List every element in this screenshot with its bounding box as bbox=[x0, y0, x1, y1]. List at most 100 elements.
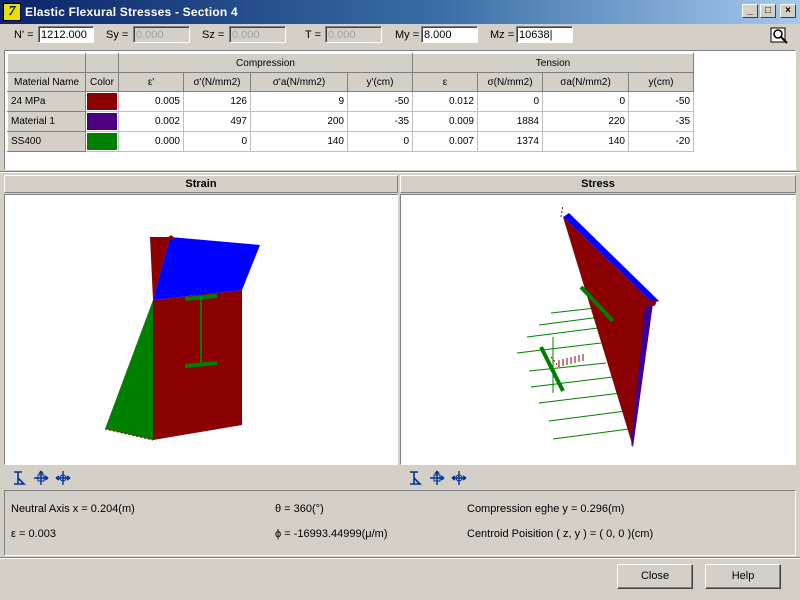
stress-corner-point bbox=[650, 300, 656, 306]
color-swatch bbox=[87, 93, 117, 110]
cell: -50 bbox=[347, 91, 413, 112]
title-bar: 7 Elastic Flexural Stresses - Section 4 … bbox=[0, 0, 800, 24]
force-inputs: N' = Sy = Sz = T = My = Mz = bbox=[0, 24, 800, 46]
sz-label: Sz = bbox=[202, 29, 225, 41]
window-title: Elastic Flexural Stresses - Section 4 bbox=[25, 5, 238, 19]
corner-header bbox=[7, 53, 86, 73]
material-name: Material 1 bbox=[7, 111, 86, 132]
corner-point bbox=[168, 235, 174, 241]
info-panel: Neutral Axis x = 0.204(m) ε = 0.003 θ = … bbox=[4, 490, 796, 556]
mz-input[interactable] bbox=[516, 26, 573, 43]
col-tens-stress: σ(N/mm2) bbox=[477, 72, 543, 92]
col-tens-strain: ε bbox=[412, 72, 478, 92]
button-divider bbox=[0, 557, 800, 559]
col-comp-stress: σ'(N/mm2) bbox=[183, 72, 251, 92]
cell: 0.002 bbox=[118, 111, 184, 132]
help-button[interactable]: Help bbox=[705, 564, 781, 589]
cell: 220 bbox=[542, 111, 629, 132]
col-comp-y: y'(cm) bbox=[347, 72, 413, 92]
cell: -20 bbox=[628, 131, 694, 152]
material-name: SS400 bbox=[7, 131, 86, 152]
stress-view[interactable] bbox=[400, 194, 796, 465]
col-comp-allow-stress: σ'a(N/mm2) bbox=[250, 72, 348, 92]
cell: 140 bbox=[250, 131, 348, 152]
t-input[interactable] bbox=[325, 26, 382, 43]
col-color: Color bbox=[85, 72, 119, 92]
section-tool-icon[interactable] bbox=[10, 469, 28, 487]
steel-strain-wedge bbox=[105, 300, 153, 440]
cell: 0 bbox=[183, 131, 251, 152]
cell: 9 bbox=[250, 91, 348, 112]
color-group-header bbox=[85, 53, 119, 73]
cell: -35 bbox=[628, 111, 694, 132]
cell: 497 bbox=[183, 111, 251, 132]
pan-tool-icon[interactable] bbox=[450, 469, 468, 487]
cell: 1374 bbox=[477, 131, 543, 152]
cell: 0.009 bbox=[412, 111, 478, 132]
n-input[interactable] bbox=[38, 26, 94, 43]
cell: 0 bbox=[347, 131, 413, 152]
magnifier-icon[interactable] bbox=[770, 27, 790, 45]
table-row[interactable]: SS400 0.000 0 140 0 0.007 1374 140 -20 bbox=[7, 131, 694, 152]
rotate-tool-icon[interactable] bbox=[428, 469, 446, 487]
cell: 0 bbox=[477, 91, 543, 112]
results-table: Compression Tension Material Name Color … bbox=[7, 53, 694, 152]
stress-diagram bbox=[516, 204, 659, 447]
centroid-text: Centroid Poisition ( z, y ) = ( 0, 0 )(c… bbox=[467, 528, 654, 540]
strain-plane bbox=[153, 237, 260, 300]
t-label: T = bbox=[305, 29, 322, 41]
neutral-axis-text: Neutral Axis x = 0.204(m) bbox=[11, 503, 135, 515]
results-table-container: Compression Tension Material Name Color … bbox=[4, 50, 796, 170]
material-color bbox=[85, 131, 119, 152]
cell: 200 bbox=[250, 111, 348, 132]
splitter[interactable] bbox=[0, 171, 800, 173]
cell: 0.000 bbox=[118, 131, 184, 152]
mz-label: Mz = bbox=[490, 29, 515, 41]
sy-label: Sy = bbox=[106, 29, 129, 41]
cell: 0 bbox=[542, 91, 629, 112]
col-comp-strain: ε' bbox=[118, 72, 184, 92]
phi-text: ϕ = -16993.44999(μ/m) bbox=[275, 528, 388, 540]
compression-edge-text: Compression eghe y = 0.296(m) bbox=[467, 503, 625, 515]
strain-diagram bbox=[104, 235, 260, 441]
col-tens-y: y(cm) bbox=[628, 72, 694, 92]
cell: 0.005 bbox=[118, 91, 184, 112]
strain-panel-title: Strain bbox=[4, 175, 398, 193]
cell: 0.007 bbox=[412, 131, 478, 152]
section-tool-icon[interactable] bbox=[406, 469, 424, 487]
stress-panel-title: Stress bbox=[400, 175, 796, 193]
cell: 140 bbox=[542, 131, 629, 152]
compression-header: Compression bbox=[118, 53, 413, 73]
pan-tool-icon[interactable] bbox=[54, 469, 72, 487]
color-swatch bbox=[87, 113, 117, 130]
table-row[interactable]: Material 1 0.002 497 200 -35 0.009 1884 … bbox=[7, 111, 694, 132]
tension-header: Tension bbox=[412, 53, 694, 73]
close-window-button[interactable]: × bbox=[780, 4, 796, 18]
cell: 126 bbox=[183, 91, 251, 112]
my-label: My = bbox=[395, 29, 420, 41]
rotate-tool-icon[interactable] bbox=[32, 469, 50, 487]
sz-input[interactable] bbox=[229, 26, 286, 43]
epsilon-text: ε = 0.003 bbox=[11, 528, 56, 540]
material-color bbox=[85, 91, 119, 112]
theta-text: θ = 360(°) bbox=[275, 503, 324, 515]
col-tens-allow-stress: σa(N/mm2) bbox=[542, 72, 629, 92]
col-material-name: Material Name bbox=[7, 72, 86, 92]
sy-input[interactable] bbox=[133, 26, 190, 43]
minimize-button[interactable]: _ bbox=[742, 4, 758, 18]
cell: -35 bbox=[347, 111, 413, 132]
material-color bbox=[85, 111, 119, 132]
strain-toolbar bbox=[10, 469, 72, 487]
my-input[interactable] bbox=[421, 26, 478, 43]
n-label: N' = bbox=[14, 29, 34, 41]
app-icon: 7 bbox=[3, 3, 21, 21]
maximize-button[interactable]: □ bbox=[760, 4, 776, 18]
strain-view[interactable] bbox=[4, 194, 398, 465]
color-swatch bbox=[87, 133, 117, 150]
cell: 1884 bbox=[477, 111, 543, 132]
cell: -50 bbox=[628, 91, 694, 112]
table-row[interactable]: 24 MPa 0.005 126 9 -50 0.012 0 0 -50 bbox=[7, 91, 694, 112]
close-button[interactable]: Close bbox=[617, 564, 693, 589]
cell: 0.012 bbox=[412, 91, 478, 112]
material-name: 24 MPa bbox=[7, 91, 86, 112]
